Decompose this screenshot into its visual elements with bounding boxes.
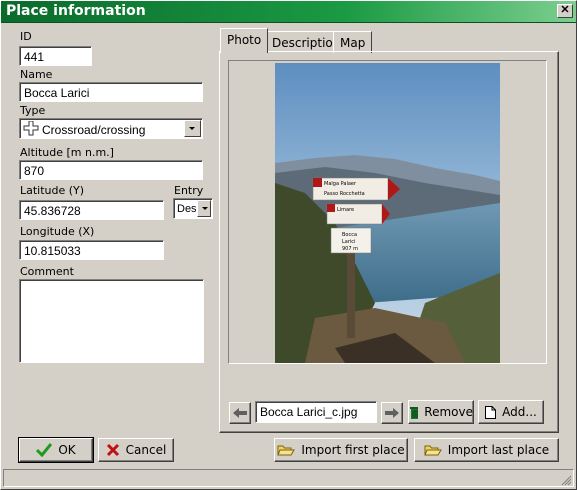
name-field[interactable]: Bocca Larici: [19, 82, 203, 102]
status-bar: [3, 469, 574, 487]
import-first-place-button[interactable]: Import first place: [274, 438, 408, 462]
chevron-down-icon[interactable]: [184, 120, 201, 137]
import-last-place-button[interactable]: Import last place: [414, 438, 559, 462]
comment-textarea[interactable]: [19, 279, 204, 363]
ok-label: OK: [58, 443, 76, 457]
sign-text-6: 907 m: [342, 246, 358, 252]
close-icon: ✕: [560, 4, 570, 16]
cancel-button[interactable]: Cancel: [98, 438, 174, 462]
id-field[interactable]: 441: [19, 46, 92, 66]
add-photo-button[interactable]: Add...: [478, 400, 544, 424]
photo-area: Malga Palaer Passo Rocchetta Limare Bocc…: [228, 60, 547, 364]
latitude-field[interactable]: 45.836728: [19, 200, 164, 220]
type-value: Crossroad/crossing: [42, 123, 146, 137]
next-photo-button[interactable]: [381, 402, 403, 424]
cancel-x-icon: [106, 443, 119, 457]
longitude-field[interactable]: 10.815033: [19, 240, 164, 260]
import-last-label: Import last place: [447, 443, 550, 457]
title-bar[interactable]: Place information: [0, 0, 577, 23]
id-label: ID: [20, 30, 32, 43]
type-select[interactable]: Crossroad/crossing: [19, 118, 203, 139]
previous-photo-button[interactable]: [229, 402, 251, 424]
remove-label: Remove: [424, 405, 473, 419]
check-icon: [36, 443, 53, 457]
add-label: Add...: [502, 405, 537, 419]
longitude-label: Longitude (X): [20, 225, 95, 238]
place-photo: Malga Palaer Passo Rocchetta Limare Bocc…: [275, 63, 500, 363]
comment-label: Comment: [20, 265, 74, 278]
resize-grip-icon[interactable]: [560, 474, 572, 486]
latitude-label: Latitude (Y): [20, 184, 85, 197]
open-folder-icon: [277, 445, 296, 456]
new-document-icon: [485, 405, 497, 419]
sign-text-2: Passo Rocchetta: [324, 191, 365, 197]
tab-photo[interactable]: Photo: [220, 28, 269, 53]
close-button[interactable]: ✕: [557, 4, 573, 18]
photo-filename-field[interactable]: Bocca Larici_c.jpg: [255, 401, 377, 423]
window-title: Place information: [6, 3, 146, 19]
type-label: Type: [20, 104, 46, 117]
sign-text-3: Limare: [337, 207, 354, 213]
entry-select[interactable]: Des.: [173, 198, 213, 219]
crossroad-icon: [23, 121, 39, 136]
trash-icon: [410, 407, 419, 419]
entry-label: Entry: [174, 184, 204, 197]
chevron-down-icon[interactable]: [197, 200, 211, 217]
import-first-label: Import first place: [301, 443, 405, 457]
name-label: Name: [20, 68, 53, 81]
arrow-left-icon: [233, 408, 247, 418]
cancel-label: Cancel: [125, 443, 167, 457]
tab-map[interactable]: Map: [333, 31, 373, 53]
sign-text-5: Larici: [342, 239, 355, 245]
altitude-label: Altitude [m n.m.]: [20, 146, 114, 159]
arrow-right-icon: [385, 408, 399, 418]
ok-button[interactable]: OK: [18, 437, 94, 463]
open-folder-icon: [424, 445, 442, 456]
sign-text-1: Malga Palaer: [324, 181, 357, 187]
remove-photo-button[interactable]: Remove: [408, 400, 474, 424]
sign-text-4: Bocca: [342, 232, 357, 238]
altitude-field[interactable]: 870: [19, 160, 203, 180]
